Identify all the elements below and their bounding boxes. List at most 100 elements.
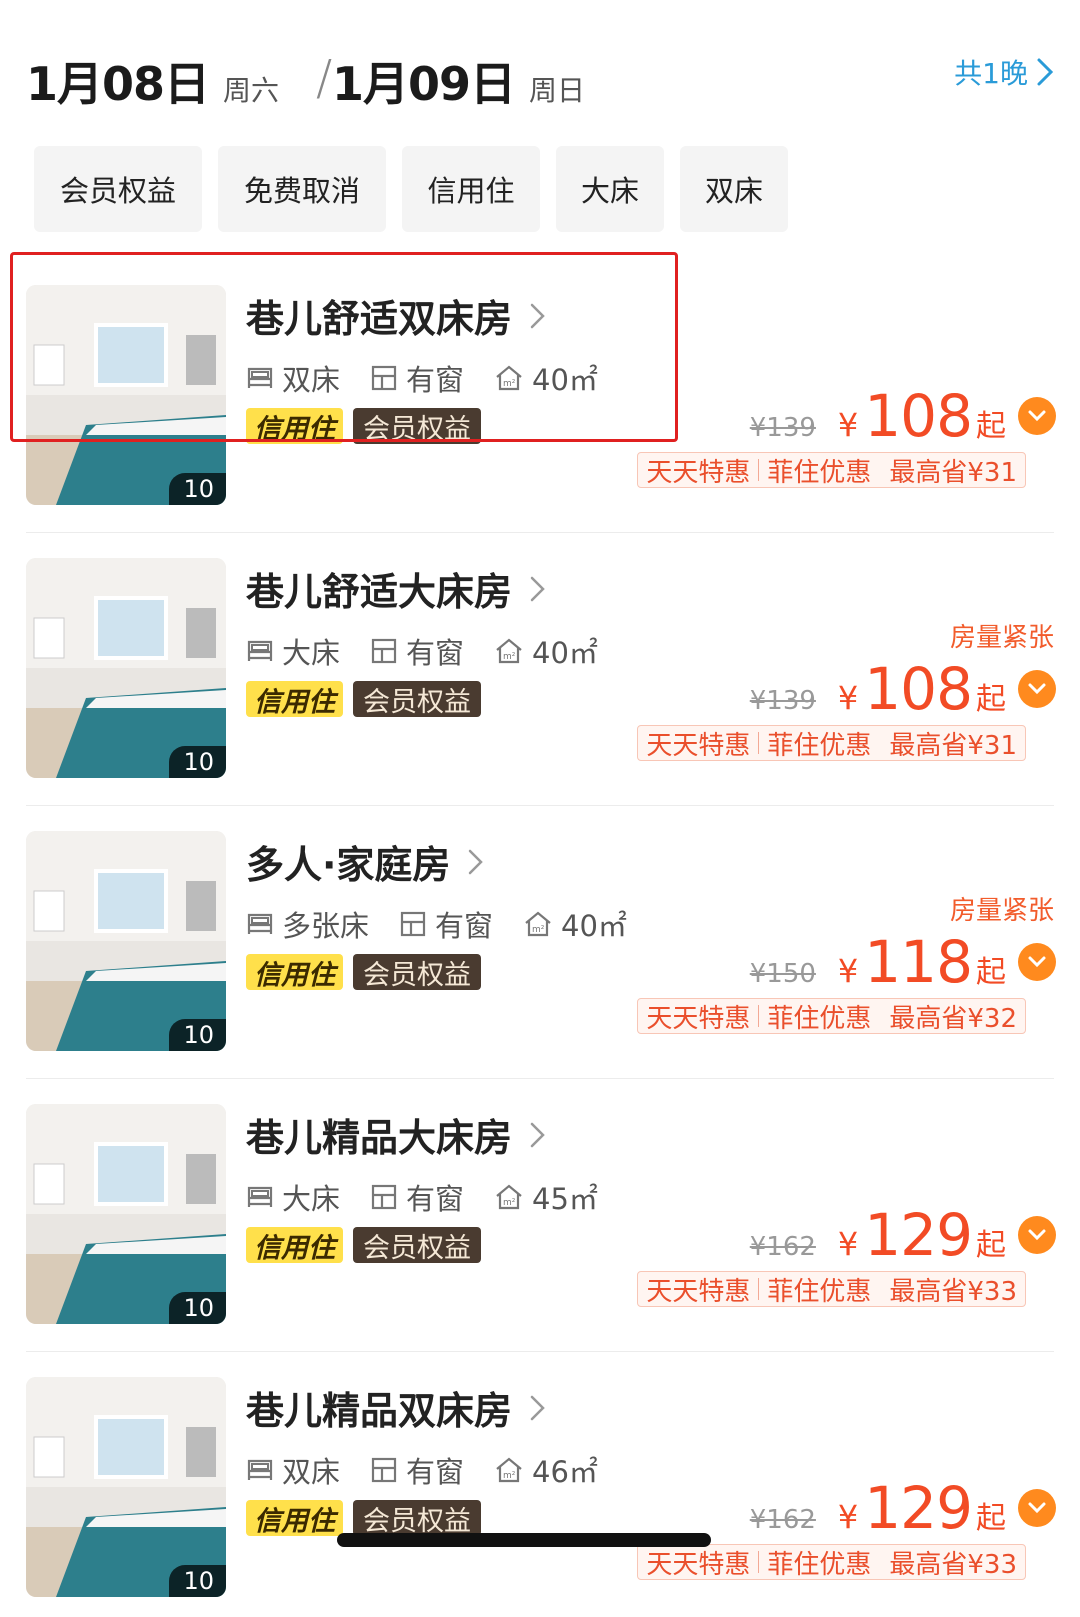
price-amount: 118 <box>864 928 973 996</box>
checkout-date[interactable]: 1月09日 周日 <box>332 48 585 114</box>
bed-type: 双床 <box>282 1455 341 1489</box>
checkout-date-value: 1月09日 <box>332 57 516 111</box>
expand-button[interactable] <box>1018 1489 1056 1527</box>
expand-button[interactable] <box>1018 1216 1056 1254</box>
date-separator: / <box>316 50 333 106</box>
original-price: ¥162 <box>749 1505 816 1535</box>
room-card[interactable]: 10 巷儿舒适双床房 双床 有窗 m² 40㎡ 信用住 会员权益 ¥139 ¥ … <box>0 260 1080 533</box>
room-badges: 信用住 会员权益 <box>246 408 481 445</box>
price-block[interactable]: ¥150 ¥ 118 起 <box>750 928 1056 996</box>
bed-attribute: 大床 <box>246 630 340 672</box>
promo-feizhu: 菲住优惠 <box>767 730 872 761</box>
date-header[interactable]: 1月08日 周六 / 1月09日 周日 共1晚 <box>26 48 1054 118</box>
room-title[interactable]: 多人·家庭房 <box>246 834 484 889</box>
room-badges: 信用住 会员权益 <box>246 1500 481 1537</box>
price-suffix: 起 <box>976 955 1006 990</box>
window-type: 有窗 <box>435 909 494 943</box>
credit-badge: 信用住 <box>246 681 343 718</box>
room-title[interactable]: 巷儿精品大床房 <box>246 1107 546 1162</box>
room-photo-image <box>26 1377 226 1597</box>
price-block[interactable]: ¥139 ¥ 108 起 <box>750 382 1056 450</box>
price-amount: 108 <box>864 655 973 723</box>
room-photo[interactable]: 10 <box>26 558 226 778</box>
room-photo-image <box>26 831 226 1051</box>
expand-button[interactable] <box>1018 670 1056 708</box>
window-attribute: 有窗 <box>370 1449 464 1491</box>
room-attributes: 大床 有窗 m² 45㎡ <box>246 1176 628 1218</box>
photo-count: 10 <box>169 1565 226 1597</box>
room-badges: 信用住 会员权益 <box>246 954 481 991</box>
promo-daily: 天天特惠 <box>646 1549 751 1580</box>
checkin-date[interactable]: 1月08日 周六 <box>26 48 279 114</box>
price-block[interactable]: ¥162 ¥ 129 起 <box>750 1201 1056 1269</box>
original-price: ¥139 <box>749 686 816 716</box>
filter-chip-credit[interactable]: 信用住 <box>402 146 540 232</box>
house-area-icon: m² <box>496 638 522 664</box>
room-title[interactable]: 巷儿舒适大床房 <box>246 561 546 616</box>
price-suffix: 起 <box>976 682 1006 717</box>
promo-max-save: 最高省¥32 <box>889 1003 1017 1034</box>
nights-link[interactable]: 共1晚 <box>954 52 1054 92</box>
window-attribute: 有窗 <box>370 357 464 399</box>
room-photo[interactable]: 10 <box>26 831 226 1051</box>
room-name: 巷儿舒适大床房 <box>246 570 513 614</box>
member-badge: 会员权益 <box>353 1500 481 1537</box>
window-type: 有窗 <box>406 636 465 670</box>
promo-divider <box>758 732 760 754</box>
promo-daily: 天天特惠 <box>646 457 751 488</box>
room-title[interactable]: 巷儿精品双床房 <box>246 1380 546 1435</box>
room-card[interactable]: 10 多人·家庭房 多张床 有窗 m² 40㎡ 信用住 会员权益 房量紧张 ¥1… <box>0 806 1080 1079</box>
promo-daily: 天天特惠 <box>646 1276 751 1307</box>
price-block[interactable]: ¥162 ¥ 129 起 <box>750 1474 1056 1542</box>
original-price: ¥139 <box>749 413 816 443</box>
promo-max-save: 最高省¥31 <box>889 457 1017 488</box>
room-title[interactable]: 巷儿舒适双床房 <box>246 288 546 343</box>
svg-text:m²: m² <box>503 1471 516 1481</box>
window-icon <box>371 1184 397 1210</box>
promo-daily: 天天特惠 <box>646 1003 751 1034</box>
svg-text:m²: m² <box>503 1198 516 1208</box>
credit-badge: 信用住 <box>246 1227 343 1264</box>
credit-badge: 信用住 <box>246 954 343 991</box>
room-card[interactable]: 10 巷儿精品双床房 双床 有窗 m² 46㎡ 信用住 会员权益 ¥162 ¥ … <box>0 1352 1080 1617</box>
room-attributes: 大床 有窗 m² 40㎡ <box>246 630 628 672</box>
window-icon <box>371 638 397 664</box>
house-area-icon: m² <box>496 365 522 391</box>
room-badges: 信用住 会员权益 <box>246 1227 481 1264</box>
filter-chip-twin-bed[interactable]: 双床 <box>680 146 788 232</box>
house-area-icon: m² <box>496 1184 522 1210</box>
checkin-date-value: 1月08日 <box>26 57 210 111</box>
bed-icon <box>247 913 273 934</box>
price-suffix: 起 <box>976 409 1006 444</box>
member-badge: 会员权益 <box>353 408 481 445</box>
bed-icon <box>247 1459 273 1480</box>
bed-type: 多张床 <box>282 909 370 943</box>
filter-chip-member[interactable]: 会员权益 <box>34 146 202 232</box>
price-block[interactable]: ¥139 ¥ 108 起 <box>750 655 1056 723</box>
house-area-icon: m² <box>496 1457 522 1483</box>
expand-button[interactable] <box>1018 397 1056 435</box>
room-badges: 信用住 会员权益 <box>246 681 481 718</box>
window-type: 有窗 <box>406 1182 465 1216</box>
promo-max-save: 最高省¥31 <box>889 730 1017 761</box>
home-indicator[interactable] <box>337 1533 711 1547</box>
bed-icon <box>247 640 273 661</box>
credit-badge: 信用住 <box>246 1500 343 1537</box>
window-attribute: 有窗 <box>370 1176 464 1218</box>
window-icon <box>400 911 426 937</box>
window-type: 有窗 <box>406 363 465 397</box>
room-photo[interactable]: 10 <box>26 1104 226 1324</box>
expand-button[interactable] <box>1018 943 1056 981</box>
original-price: ¥150 <box>749 959 816 989</box>
room-photo[interactable]: 10 <box>26 285 226 505</box>
room-card[interactable]: 10 巷儿舒适大床房 大床 有窗 m² 40㎡ 信用住 会员权益 房量紧张 ¥1… <box>0 533 1080 806</box>
area-attribute: m² 40㎡ <box>523 903 627 945</box>
room-card[interactable]: 10 巷儿精品大床房 大床 有窗 m² 45㎡ 信用住 会员权益 ¥162 ¥ … <box>0 1079 1080 1352</box>
chevron-down-icon <box>1028 683 1046 695</box>
chevron-right-icon <box>530 1122 545 1147</box>
room-photo[interactable]: 10 <box>26 1377 226 1597</box>
filter-chip-free-cancel[interactable]: 免费取消 <box>218 146 386 232</box>
price-amount: 108 <box>864 382 973 450</box>
filter-chip-king-bed[interactable]: 大床 <box>556 146 664 232</box>
promo-tag: 天天特惠 菲住优惠 最高省¥31 <box>637 725 1026 761</box>
